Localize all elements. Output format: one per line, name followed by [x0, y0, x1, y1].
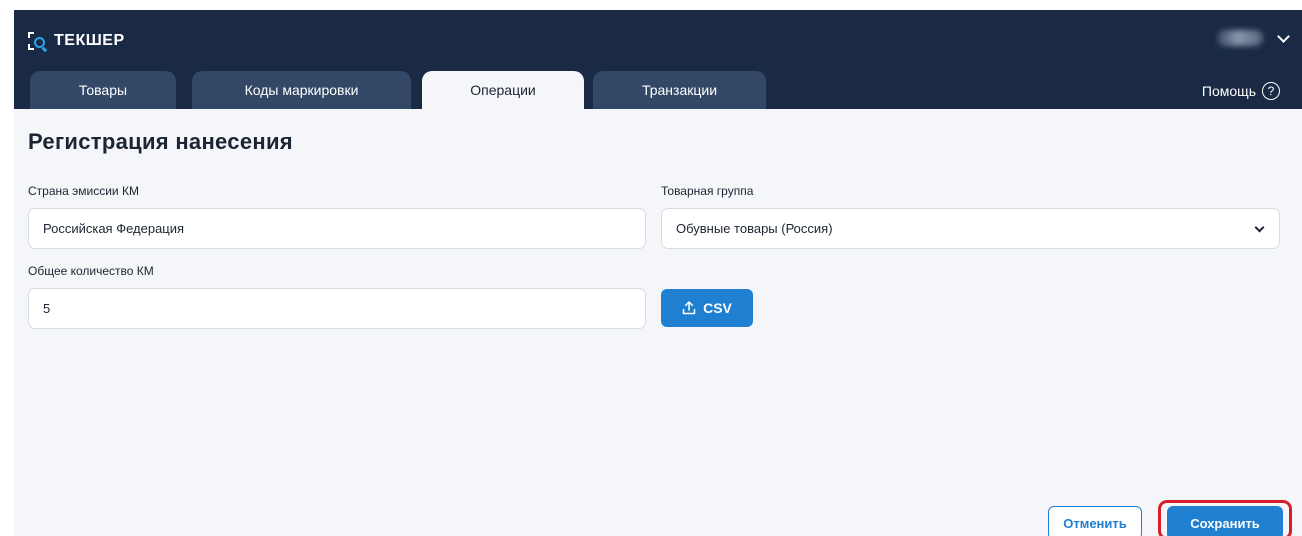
- chevron-down-icon[interactable]: [1277, 29, 1290, 43]
- upload-icon: [682, 301, 696, 315]
- main-content: Регистрация нанесения Страна эмиссии КМ …: [14, 109, 1302, 536]
- tab-operations[interactable]: Операции: [422, 71, 584, 109]
- total-count-value: 5: [43, 301, 51, 316]
- country-value: Российская Федерация: [43, 221, 185, 236]
- logo-text: ТЕКШЕР: [54, 32, 125, 49]
- app-logo[interactable]: ТЕКШЕР: [28, 32, 125, 50]
- country-field[interactable]: Российская Федерация: [28, 208, 646, 249]
- user-name-blurred: [1217, 30, 1263, 46]
- chevron-down-icon: [1254, 222, 1265, 233]
- tab-marking-codes[interactable]: Коды маркировки: [192, 71, 411, 109]
- country-label: Страна эмиссии КМ: [28, 184, 139, 198]
- product-group-label: Товарная группа: [661, 184, 754, 198]
- upload-csv-button[interactable]: CSV: [661, 289, 753, 327]
- tab-products[interactable]: Товары: [30, 71, 176, 109]
- top-navigation-bar: ТЕКШЕР Товары Коды маркировки Операции Т…: [14, 10, 1302, 109]
- tab-label: Коды маркировки: [244, 82, 359, 98]
- save-button[interactable]: Сохранить: [1167, 506, 1283, 536]
- total-count-label: Общее количество КМ: [28, 264, 154, 278]
- help-label: Помощь: [1201, 83, 1256, 99]
- help-link[interactable]: Помощь ?: [1202, 82, 1280, 100]
- cancel-label: Отменить: [1063, 515, 1127, 531]
- tab-label: Транзакции: [641, 82, 718, 98]
- logo-icon: [28, 32, 48, 50]
- help-question-icon: ?: [1262, 82, 1280, 100]
- csv-button-label: CSV: [703, 300, 732, 316]
- tab-label: Товары: [78, 82, 128, 98]
- page-title: Регистрация нанесения: [28, 129, 293, 154]
- tab-transactions[interactable]: Транзакции: [593, 71, 766, 109]
- product-group-value: Обувные товары (Россия): [676, 221, 833, 236]
- product-group-select[interactable]: Обувные товары (Россия): [661, 208, 1280, 249]
- total-count-field[interactable]: 5: [28, 288, 646, 329]
- tab-label: Операции: [470, 82, 536, 98]
- save-label: Сохранить: [1190, 515, 1260, 531]
- user-menu[interactable]: [1217, 29, 1290, 46]
- cancel-button[interactable]: Отменить: [1048, 506, 1142, 536]
